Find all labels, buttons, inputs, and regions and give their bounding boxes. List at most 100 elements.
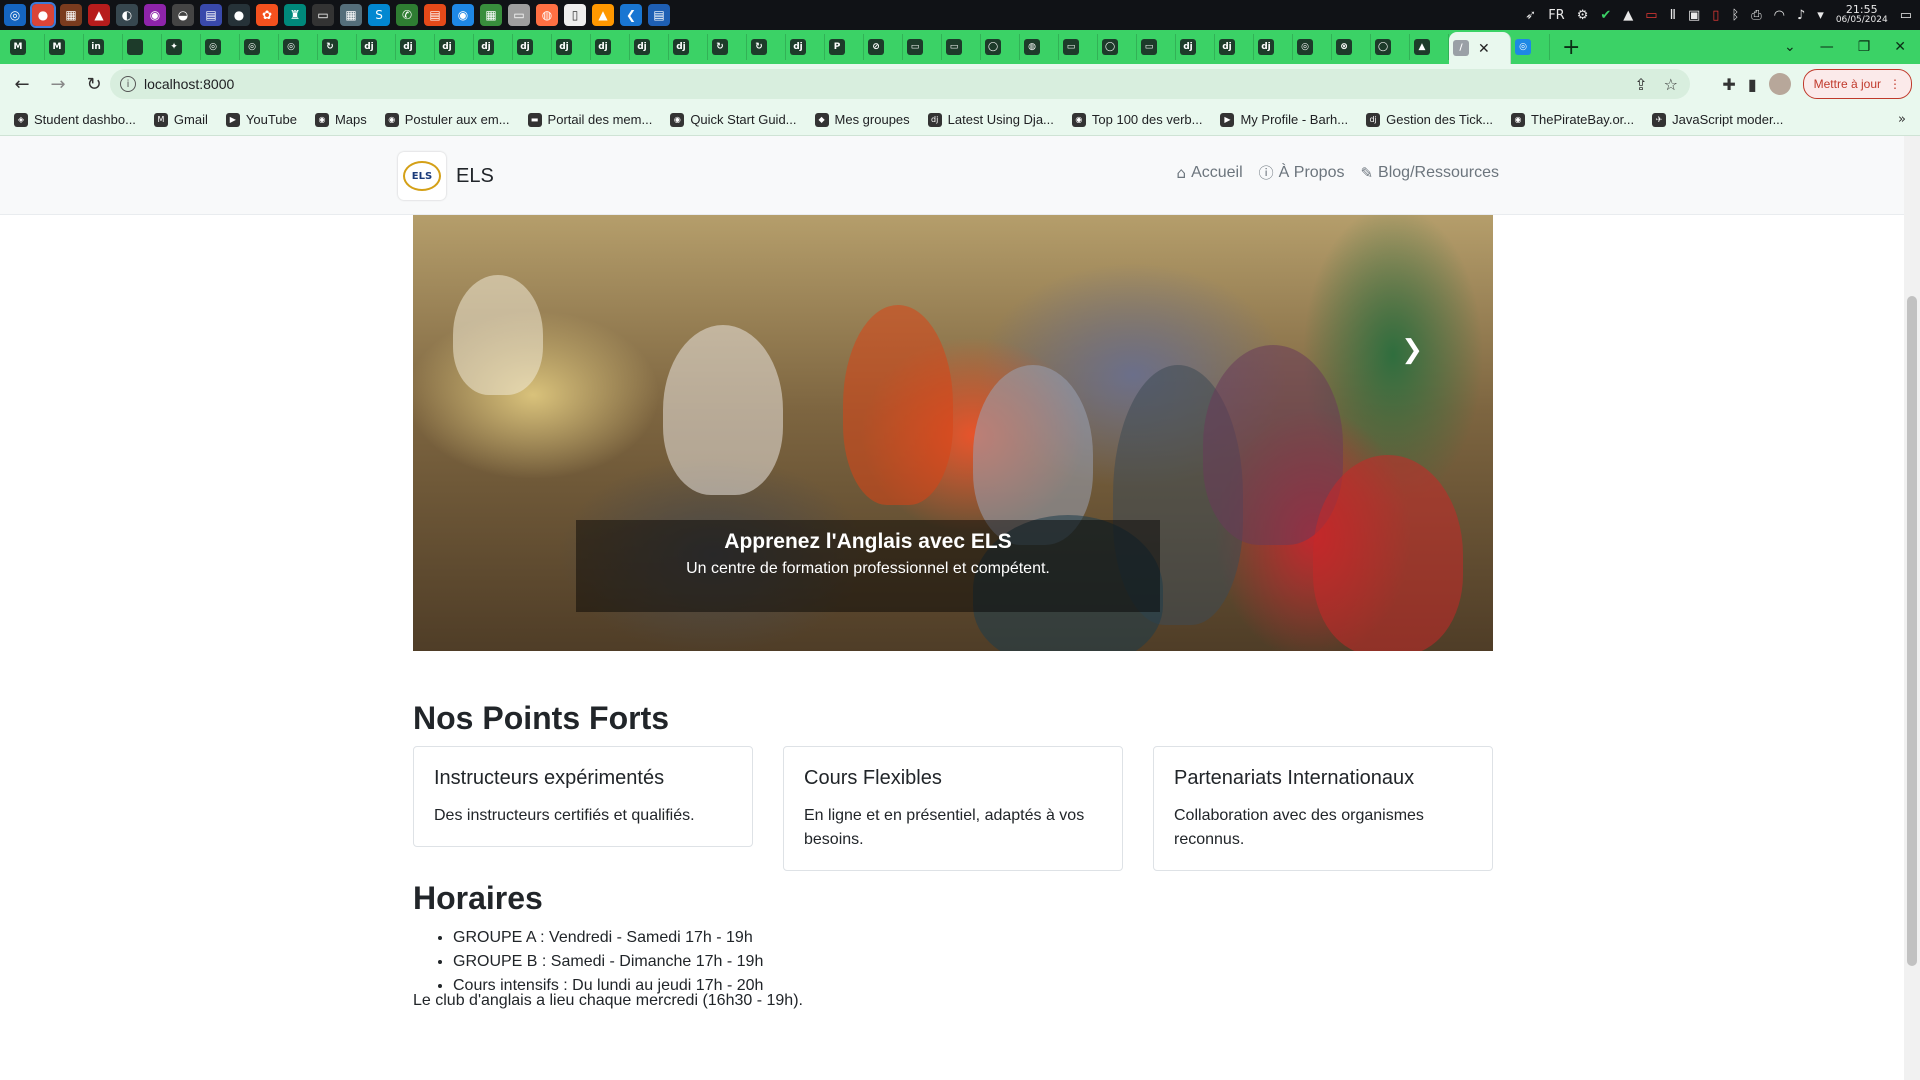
- browser-tab[interactable]: ◍: [1020, 34, 1059, 60]
- clock[interactable]: 21:55 06/05/2024: [1836, 4, 1888, 26]
- terminal-icon[interactable]: ▭: [312, 4, 334, 26]
- forward-button[interactable]: →: [44, 70, 72, 98]
- browser-tab[interactable]: ▭: [1059, 34, 1098, 60]
- browser-tab[interactable]: dj: [669, 34, 708, 60]
- app-icon[interactable]: ✿: [256, 4, 278, 26]
- browser-tab[interactable]: ◯: [981, 34, 1020, 60]
- browser-tab[interactable]: P: [825, 34, 864, 60]
- share-icon[interactable]: ⇪: [1634, 75, 1647, 94]
- browser-tab[interactable]: ◎: [1293, 34, 1332, 60]
- browser-tab[interactable]: ▭: [1137, 34, 1176, 60]
- bluetooth-icon[interactable]: ᛒ: [1731, 8, 1739, 23]
- app-icon[interactable]: ◐: [116, 4, 138, 26]
- bookmark-item[interactable]: ◉ Maps: [314, 112, 367, 127]
- rocket-icon[interactable]: ➶: [1525, 8, 1536, 23]
- bookmark-item[interactable]: ▬ Portail des mem...: [527, 112, 652, 127]
- nav-link-a-propos[interactable]: ⓘ À Propos: [1259, 162, 1345, 183]
- browser-tab[interactable]: ✦: [162, 34, 201, 60]
- reload-button[interactable]: ↻: [80, 70, 108, 98]
- restore-icon[interactable]: ❐: [1858, 39, 1871, 55]
- app-icon[interactable]: ◉: [144, 4, 166, 26]
- app-icon[interactable]: ●: [228, 4, 250, 26]
- browser-tab[interactable]: ▲: [1410, 34, 1449, 60]
- update-button[interactable]: Mettre à jour ⋮: [1802, 69, 1912, 99]
- browser-tab[interactable]: dj: [474, 34, 513, 60]
- browser-tab[interactable]: dj: [435, 34, 474, 60]
- browser-tab[interactable]: ▭: [903, 34, 942, 60]
- browser-tab[interactable]: dj: [1254, 34, 1293, 60]
- browser-tab[interactable]: ◎: [1511, 34, 1550, 60]
- battery-icon[interactable]: ▯: [1712, 8, 1719, 23]
- app-launcher-icon[interactable]: ◎: [4, 4, 26, 26]
- profile-avatar[interactable]: [1768, 73, 1791, 95]
- site-info-icon[interactable]: i: [120, 76, 136, 92]
- skype-icon[interactable]: S: [368, 4, 390, 26]
- browser-tab[interactable]: ◯: [1371, 34, 1410, 60]
- show-desktop-icon[interactable]: ▭: [1900, 8, 1912, 23]
- chevron-right-icon[interactable]: ❯: [1401, 335, 1423, 365]
- nav-link-accueil[interactable]: ⌂ Accueil: [1177, 162, 1243, 183]
- extensions-icon[interactable]: ✚: [1722, 75, 1735, 94]
- close-tab-icon[interactable]: ✕: [1478, 40, 1490, 57]
- app-icon[interactable]: ▦: [60, 4, 82, 26]
- nav-link-blog[interactable]: ✎ Blog/Ressources: [1360, 162, 1499, 183]
- side-panel-icon[interactable]: ▮: [1748, 75, 1757, 94]
- keyboard-language[interactable]: FR: [1548, 8, 1565, 23]
- chevron-down-icon[interactable]: ▾: [1817, 8, 1824, 23]
- bookmark-item[interactable]: ▶ My Profile - Barh...: [1220, 112, 1348, 127]
- settings-icon[interactable]: ⚙: [1577, 8, 1589, 23]
- bookmarks-overflow-icon[interactable]: »: [1898, 112, 1906, 127]
- browser-tab[interactable]: M: [6, 34, 45, 60]
- app-icon[interactable]: ◉: [452, 4, 474, 26]
- new-tab-button[interactable]: +: [1562, 35, 1580, 60]
- bookmark-item[interactable]: ✈ JavaScript moder...: [1652, 112, 1783, 127]
- app-icon[interactable]: ▤: [648, 4, 670, 26]
- firefox-icon[interactable]: ◍: [536, 4, 558, 26]
- app-icon[interactable]: ▲: [88, 4, 110, 26]
- browser-tab[interactable]: ▭: [942, 34, 981, 60]
- address-bar[interactable]: i localhost:8000 ⇪ ☆: [110, 69, 1690, 99]
- browser-tab[interactable]: dj: [1176, 34, 1215, 60]
- browser-tab[interactable]: ⊘: [864, 34, 903, 60]
- bookmark-item[interactable]: ▶ YouTube: [225, 112, 297, 127]
- clipboard-icon[interactable]: ▣: [1688, 8, 1700, 23]
- browser-tab[interactable]: [123, 34, 162, 60]
- url-text[interactable]: localhost:8000: [144, 76, 234, 92]
- browser-tab[interactable]: ◯: [1098, 34, 1137, 60]
- browser-tab[interactable]: ↻: [318, 34, 357, 60]
- page-scrollbar[interactable]: [1904, 136, 1920, 1080]
- bookmark-item[interactable]: ◆ Mes groupes: [814, 112, 910, 127]
- pause-icon[interactable]: Ⅱ: [1670, 8, 1676, 23]
- app-icon[interactable]: ▭: [508, 4, 530, 26]
- app-icon[interactable]: ▤: [424, 4, 446, 26]
- bell-icon[interactable]: ▲: [1623, 8, 1633, 23]
- back-button[interactable]: ←: [8, 70, 36, 98]
- browser-tab[interactable]: ↻: [708, 34, 747, 60]
- bookmark-item[interactable]: M Gmail: [153, 112, 208, 127]
- bookmark-item[interactable]: ◉ Quick Start Guid...: [670, 112, 797, 127]
- browser-tab[interactable]: dj: [786, 34, 825, 60]
- printer-icon[interactable]: ⎙: [1751, 8, 1761, 23]
- close-window-icon[interactable]: ✕: [1894, 39, 1906, 55]
- app-icon[interactable]: ▦: [340, 4, 362, 26]
- tab-search-icon[interactable]: ⌄: [1784, 39, 1796, 55]
- site-brand[interactable]: ELS ELS: [398, 152, 494, 200]
- browser-tab[interactable]: in: [84, 34, 123, 60]
- volume-icon[interactable]: ♪: [1797, 8, 1805, 23]
- minimize-icon[interactable]: —: [1820, 39, 1834, 55]
- browser-tab[interactable]: ◎: [279, 34, 318, 60]
- screen-icon[interactable]: ▭: [1645, 8, 1657, 23]
- scrollbar-thumb[interactable]: [1907, 296, 1917, 966]
- browser-tab[interactable]: ↻: [747, 34, 786, 60]
- browser-tab[interactable]: dj: [513, 34, 552, 60]
- browser-tab[interactable]: ◎: [240, 34, 279, 60]
- chrome-app-icon[interactable]: ●: [30, 2, 56, 28]
- browser-tab[interactable]: dj: [396, 34, 435, 60]
- browser-tab[interactable]: ⊗: [1332, 34, 1371, 60]
- app-icon[interactable]: ◒: [172, 4, 194, 26]
- vlc-icon[interactable]: ▲: [592, 4, 614, 26]
- bookmark-item[interactable]: dj Gestion des Tick...: [1366, 112, 1493, 127]
- browser-tab[interactable]: dj: [591, 34, 630, 60]
- document-icon[interactable]: ▯: [564, 4, 586, 26]
- wifi-icon[interactable]: ◠: [1774, 8, 1785, 23]
